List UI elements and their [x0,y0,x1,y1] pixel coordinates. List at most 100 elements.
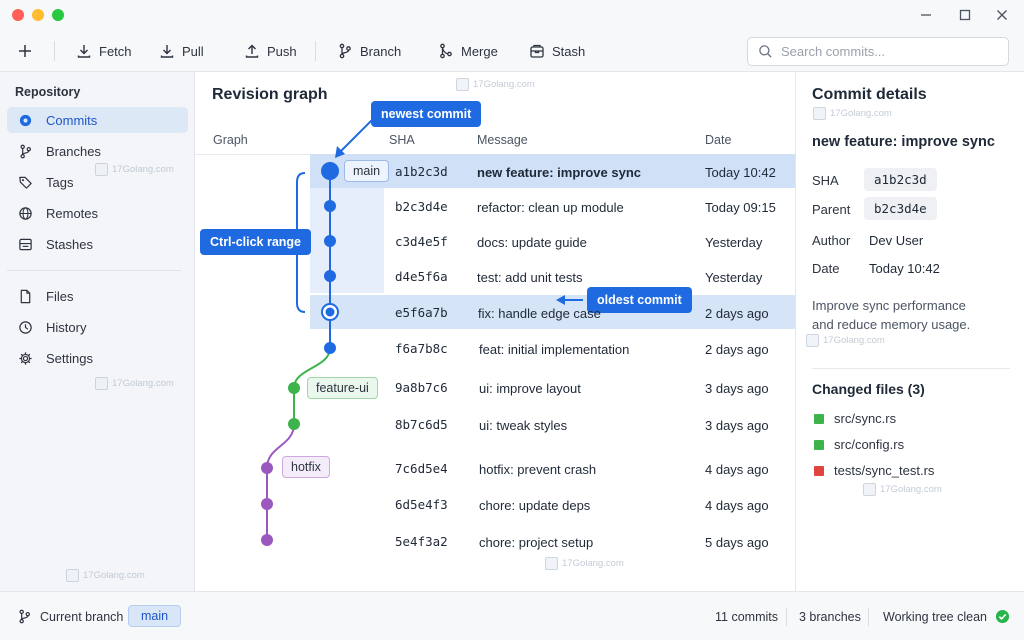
commit-node-range-end[interactable] [321,303,339,321]
commit-sha: a1b2c3d [395,164,448,179]
commit-message: chore: project setup [479,535,594,550]
close-window-button[interactable] [12,9,24,21]
commit-sha: d4e5f6a [395,269,448,284]
watermark: 17Golang.com [95,163,174,176]
newest-arrow [335,118,374,158]
push-button[interactable]: Push [244,38,297,64]
sidebar-item-stashes[interactable]: Stashes [7,231,188,257]
commit-date: 2 days ago [705,306,769,321]
commit-node[interactable] [324,342,336,354]
author-label: Author [812,233,851,248]
watermark: 17Golang.com [806,334,885,347]
branch-icon [339,43,351,59]
sidebar-item-label: Files [46,288,74,304]
details-commit-message: new feature: improve sync [812,134,995,150]
merge-button[interactable]: Merge [438,38,498,64]
commit-details-panel: Commit details new feature: improve sync… [795,72,1024,591]
sidebar-item-history[interactable]: History [7,314,188,340]
sidebar-item-remotes[interactable]: Remotes [7,200,188,226]
pull-icon [160,45,174,58]
commit-sha: 9a8b7c6 [395,380,448,395]
commit-node[interactable] [324,200,336,212]
status-divider [868,608,869,626]
merge-icon [440,43,452,59]
branch-tag-feature-ui[interactable]: feature-ui [307,377,378,399]
stash-label: Stash [552,43,586,59]
sha-label: SHA [812,173,839,188]
file-path: src/config.rs [834,437,905,452]
branch-tag-hotfix[interactable]: hotfix [282,456,330,478]
sidebar-item-files[interactable]: Files [7,283,188,309]
close-icon[interactable] [993,6,1011,24]
tag-icon [19,176,32,189]
sidebar-item-commits[interactable]: Commits [7,107,188,133]
commit-sha: f6a7b8c [395,341,448,356]
pull-button[interactable]: Pull [159,38,204,64]
file-status-modified [814,465,824,476]
search-input[interactable] [781,44,991,59]
watermark-logo-icon [863,483,876,496]
commit-node-head[interactable] [321,162,339,180]
commit-date: 4 days ago [705,462,769,477]
sidebar-item-branches[interactable]: Branches [7,138,188,164]
branch-button[interactable]: Branch [337,38,401,64]
commit-sha: 7c6d5e4 [395,461,448,476]
commit-node-hotfix[interactable] [261,462,273,474]
commit-sha: 8b7c6d5 [395,417,448,432]
sidebar-item-settings[interactable]: Settings [7,345,188,371]
zoom-window-button[interactable] [52,9,64,21]
changed-files-heading: Changed files (3) [812,381,925,397]
newest-commit-callout: newest commit [371,101,482,127]
stash-button[interactable]: Stash [529,38,585,64]
maximize-icon[interactable] [956,6,974,24]
sha-value[interactable]: a1b2c3d [864,168,937,191]
range-callout: Ctrl-click range [200,229,312,255]
search-box[interactable] [747,37,1009,66]
sidebar-item-label: Branches [46,143,101,159]
watermark-text: 17Golang.com [823,335,885,346]
merge-label: Merge [461,43,498,59]
commit-sha: e5f6a7b [395,305,448,320]
pull-label: Pull [182,43,204,59]
commit-node-hotfix[interactable] [261,534,273,546]
watermark: 17Golang.com [456,78,535,91]
file-status-added [814,439,824,450]
watermark-logo-icon [813,107,826,120]
add-button[interactable] [17,38,33,64]
branch-tag-main[interactable]: main [344,160,390,182]
check-circle-icon [995,609,1010,624]
commit-date: 3 days ago [705,381,769,396]
watermark-logo-icon [95,377,108,390]
title-bar [0,0,1024,30]
revision-graph-panel: Revision graph Graph SHA Message Date ma… [195,72,795,591]
commit-message: refactor: clean up module [477,200,624,215]
stash-icon [530,44,544,58]
globe-icon [19,206,32,220]
watermark-text: 17Golang.com [112,164,174,175]
minimize-icon[interactable] [917,6,935,24]
changed-file-item[interactable]: src/config.rs [814,437,904,452]
commit-node-hotfix[interactable] [261,498,273,510]
changed-file-item[interactable]: src/sync.rs [814,411,896,426]
commit-date: Today 09:15 [705,200,776,215]
commit-node[interactable] [324,235,336,247]
file-icon [20,289,31,303]
file-status-added [814,413,824,424]
changed-file-item[interactable]: tests/sync_test.rs [814,463,934,478]
commit-icon [19,114,32,126]
commit-node-feature[interactable] [288,382,300,394]
fetch-button[interactable]: Fetch [76,38,132,64]
sidebar-divider [7,270,181,271]
commit-node[interactable] [324,270,336,282]
commit-date: Today 10:42 [705,165,776,180]
commit-message: chore: update deps [479,498,591,513]
current-branch-chip[interactable]: main [128,605,182,627]
minimize-window-button[interactable] [32,9,44,21]
sidebar-item-label: Stashes [46,236,93,252]
parent-value[interactable]: b2c3d4e [864,197,937,220]
commit-node-feature[interactable] [288,418,300,430]
sidebar-heading: Repository [15,85,81,99]
file-path: tests/sync_test.rs [834,463,935,478]
sidebar-item-label: Commits [46,112,98,128]
commit-message: ui: tweak styles [479,418,568,433]
